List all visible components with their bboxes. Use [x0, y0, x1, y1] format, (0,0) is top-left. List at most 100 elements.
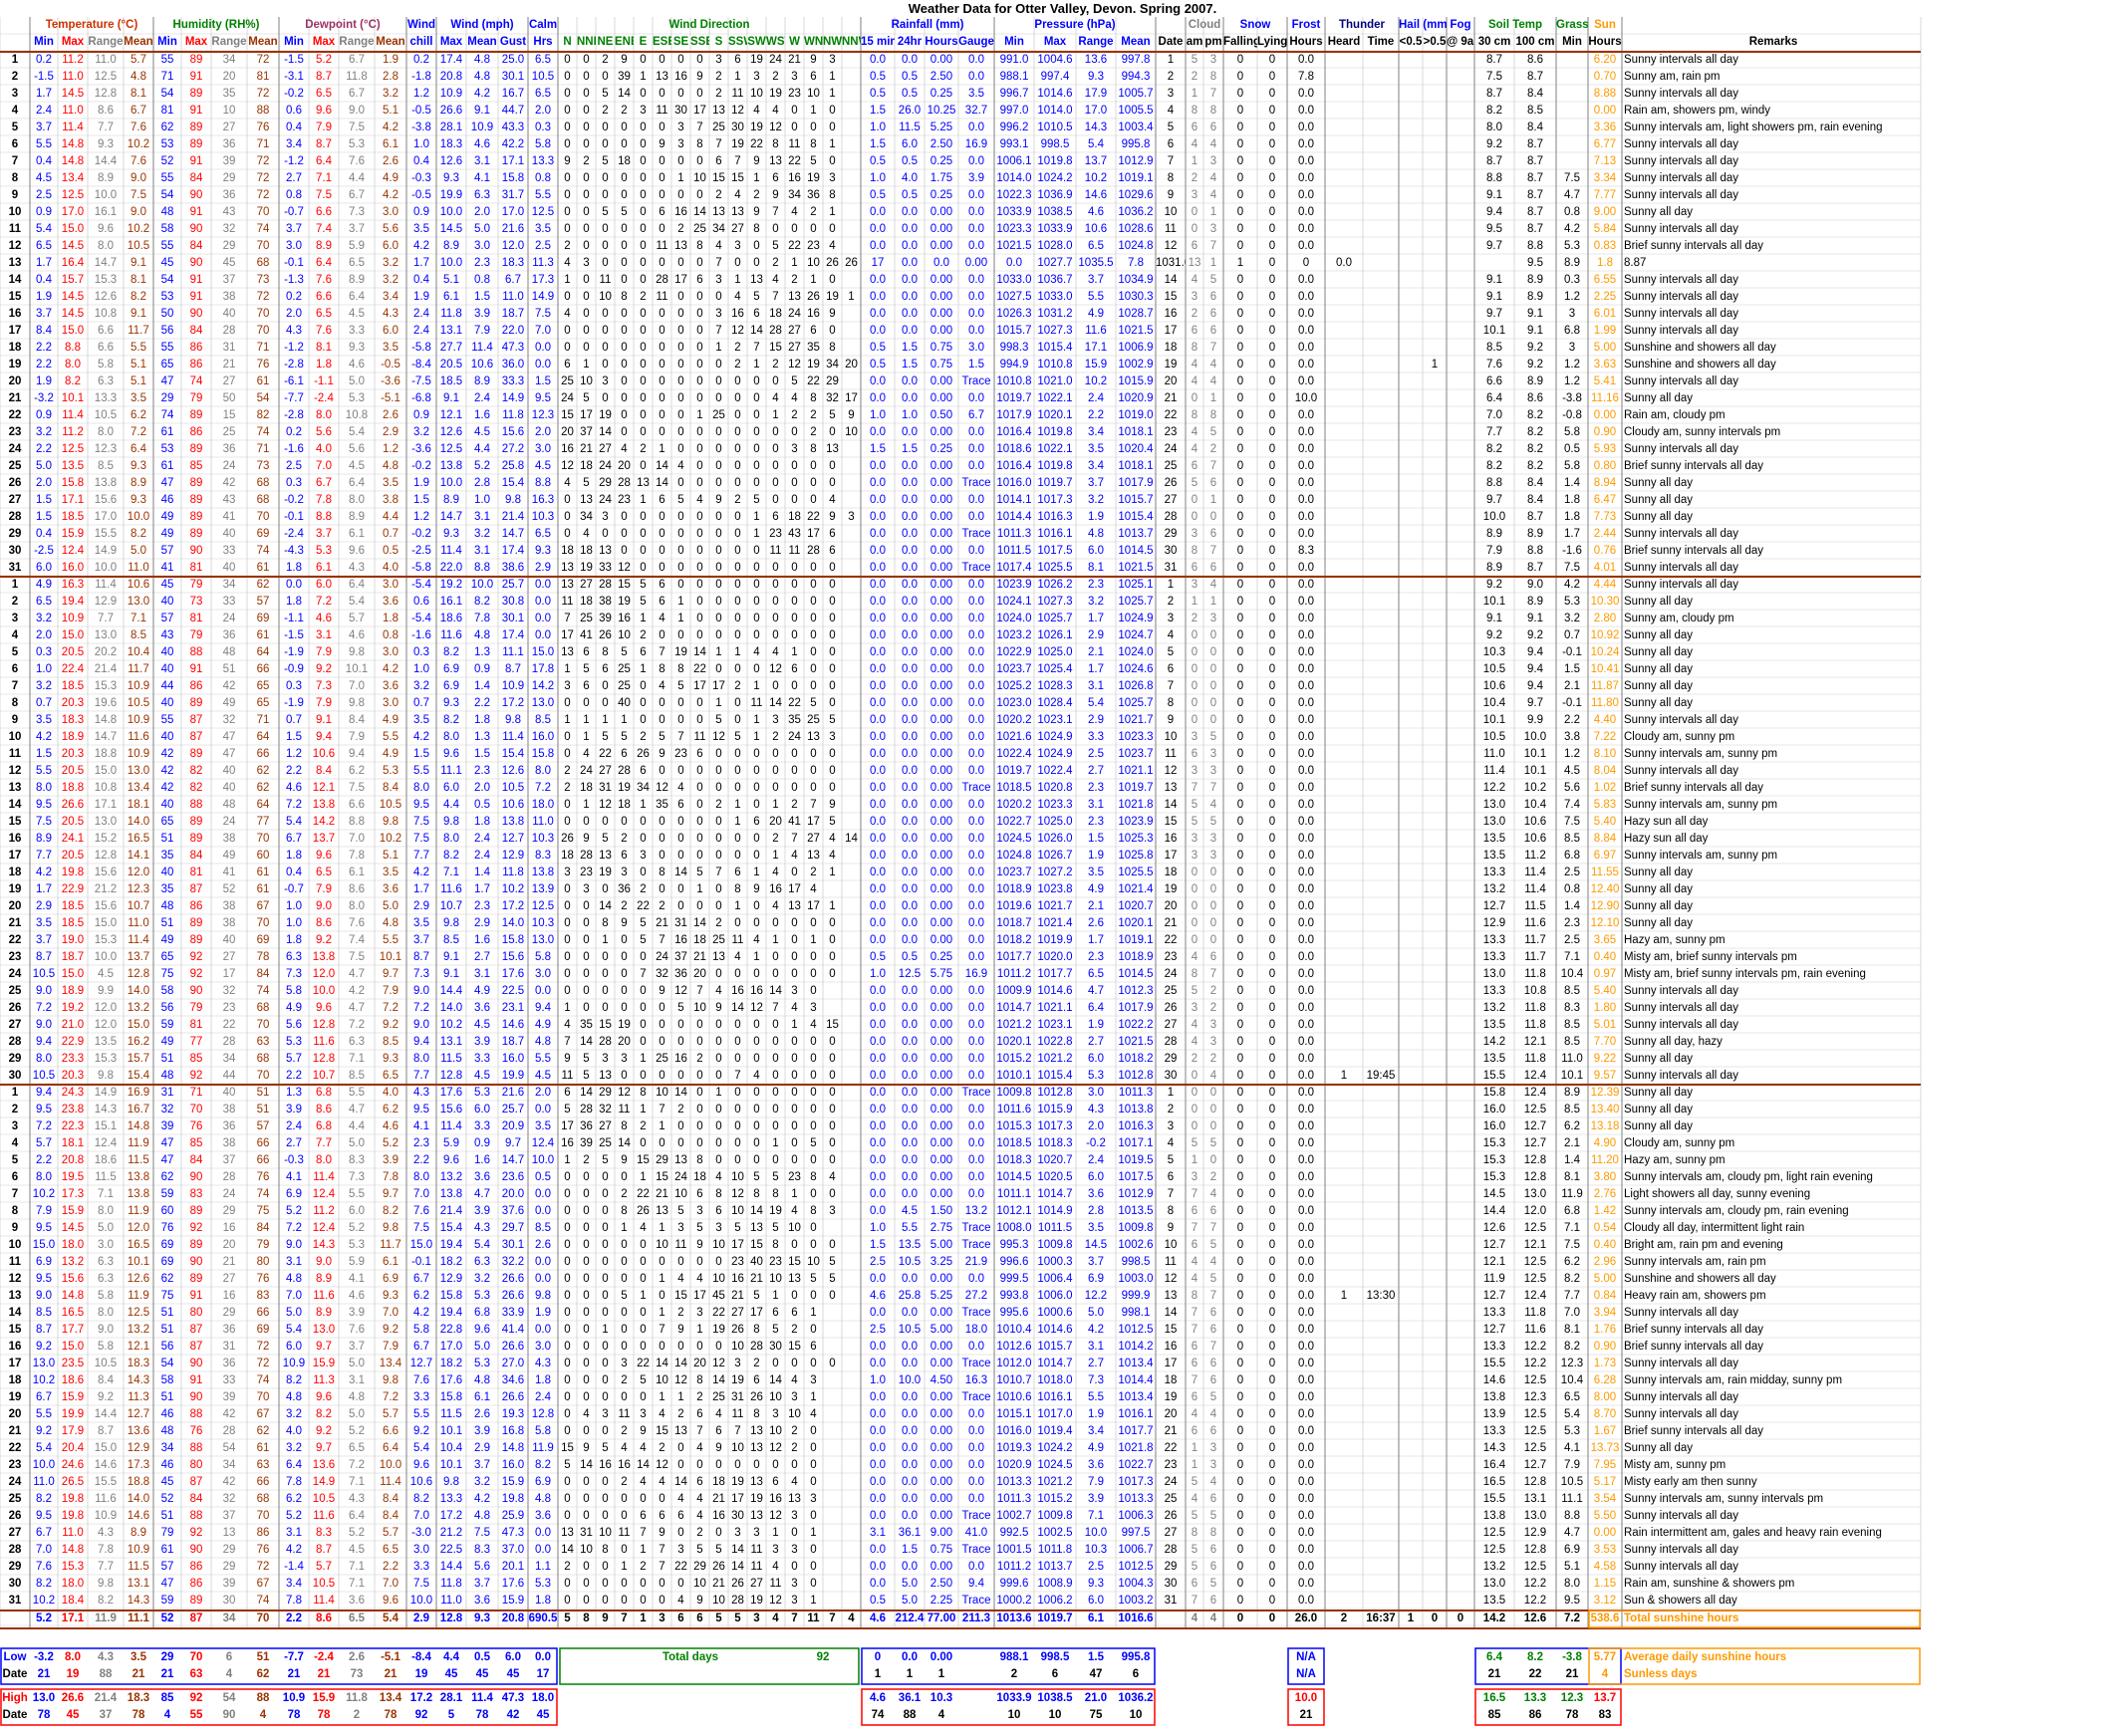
table-cell: 12.7: [124, 1406, 153, 1423]
table-cell: 41: [153, 560, 181, 577]
table-cell: 4.6: [279, 780, 309, 797]
table-cell: 4.2: [375, 120, 406, 136]
table-cell: Trace: [958, 1389, 994, 1406]
table-cell: 10.2: [124, 136, 153, 153]
table-cell: 4: [1203, 373, 1223, 390]
table-cell: 11.4: [436, 1118, 466, 1135]
table-cell: 5.5: [375, 729, 406, 746]
table-cell: 0.6: [406, 594, 436, 611]
table-cell: 10: [766, 1389, 785, 1406]
table-cell: 1002.9: [1116, 357, 1156, 373]
table-cell: 5.0: [339, 1406, 375, 1423]
table-cell: 8.7: [1514, 560, 1556, 577]
table-cell: 18.0: [958, 1322, 994, 1339]
table-cell: 12.8: [124, 966, 153, 983]
table-cell: 0: [785, 1152, 804, 1169]
table-cell: [1423, 763, 1447, 780]
table-cell: 6.55: [1588, 272, 1622, 289]
table-cell: 25.0: [498, 52, 528, 69]
table-cell: 0: [804, 1288, 823, 1305]
table-cell: 0: [747, 560, 766, 577]
table-cell: 38: [211, 1102, 247, 1118]
table-cell: 0: [766, 221, 785, 238]
table-cell: 0: [671, 763, 690, 780]
table-cell: 5: [823, 712, 842, 729]
table-cell: 0.0: [861, 865, 895, 881]
table-cell: [1325, 1102, 1363, 1118]
table-cell: 6: [1203, 289, 1223, 306]
table-cell: 18.9: [58, 983, 88, 1000]
table-cell: 24: [1156, 966, 1186, 983]
table-cell: 4.1: [406, 1118, 436, 1135]
table-cell: 7.5: [339, 780, 375, 797]
table-cell: 0.0: [528, 594, 558, 611]
table-cell: 1.6: [466, 407, 498, 424]
table-cell: 1013.4: [1116, 1389, 1156, 1406]
table-cell: [842, 865, 861, 881]
table-cell: 7.7: [88, 120, 124, 136]
table-cell: 8.7: [30, 949, 58, 966]
table-cell: 2.2: [30, 357, 58, 373]
table-cell: 1009.8: [1034, 1237, 1076, 1254]
table-cell: 0.0: [528, 357, 558, 373]
table-cell: 17: [804, 526, 823, 543]
table-cell: 0.9: [406, 407, 436, 424]
table-cell: 61: [247, 881, 279, 898]
table-cell: 0: [785, 120, 804, 136]
table-cell: 10: [653, 1372, 671, 1389]
table-cell: 0: [804, 120, 823, 136]
table-cell: 65: [153, 949, 181, 966]
table-cell: 0: [766, 763, 785, 780]
table-cell: 0.0: [1287, 1017, 1325, 1034]
table-cell: [1325, 272, 1363, 289]
table-cell: 4: [1186, 1271, 1203, 1288]
table-cell: 0: [577, 1169, 596, 1186]
table-cell: 0.0: [958, 814, 994, 831]
table-cell: 0.00: [925, 373, 958, 390]
table-cell: 3.2: [1076, 492, 1116, 509]
table-cell: -0.2: [406, 526, 436, 543]
table-cell: 9.5: [1514, 255, 1556, 272]
group-header: Humidity (RH%): [153, 17, 279, 34]
table-cell: 0: [1223, 272, 1257, 289]
table-cell: 0: [1257, 1135, 1287, 1152]
table-cell: 2.6: [375, 153, 406, 170]
table-cell: 1: [766, 932, 785, 949]
table-cell: 2.2: [30, 340, 58, 357]
table-cell: 0: [1223, 881, 1257, 898]
table-cell: 15.9: [58, 1389, 88, 1406]
table-cell: 5.7: [375, 1406, 406, 1423]
table-cell: 25: [615, 661, 634, 678]
table-cell: 0: [558, 1271, 577, 1288]
table-cell: 0: [728, 966, 747, 983]
table-cell: 5.1: [375, 848, 406, 865]
table-cell: [1399, 627, 1423, 644]
table-cell: 51: [153, 915, 181, 932]
table-cell: 15.3: [1474, 1152, 1514, 1169]
table-cell: 14: [615, 86, 634, 103]
table-cell: 5.0: [466, 1339, 498, 1356]
table-cell: 8.7: [406, 949, 436, 966]
table-cell: 11.8: [498, 407, 528, 424]
table-cell: 6.7: [339, 187, 375, 204]
table-cell: 0.0: [1287, 915, 1325, 932]
table-cell: 4.1: [339, 1271, 375, 1288]
table-cell: [1447, 932, 1474, 949]
row-date: 15: [0, 814, 30, 831]
table-cell: 8.7: [30, 1322, 58, 1339]
table-cell: 0: [709, 289, 728, 306]
table-cell: 0: [577, 949, 596, 966]
table-cell: 0.0: [895, 831, 925, 848]
table-cell: 47: [211, 729, 247, 746]
table-cell: 7: [671, 729, 690, 746]
table-cell: 14.3: [1076, 120, 1116, 136]
table-cell: 5: [747, 492, 766, 509]
table-cell: [1423, 1322, 1447, 1339]
group-header: Fog: [1447, 17, 1474, 34]
table-cell: [1447, 120, 1474, 136]
table-cell: 0: [728, 915, 747, 932]
table-cell: [1325, 221, 1363, 238]
table-cell: 0: [1223, 373, 1257, 390]
table-cell: 0.00: [925, 831, 958, 848]
table-cell: 0.00: [925, 458, 958, 475]
